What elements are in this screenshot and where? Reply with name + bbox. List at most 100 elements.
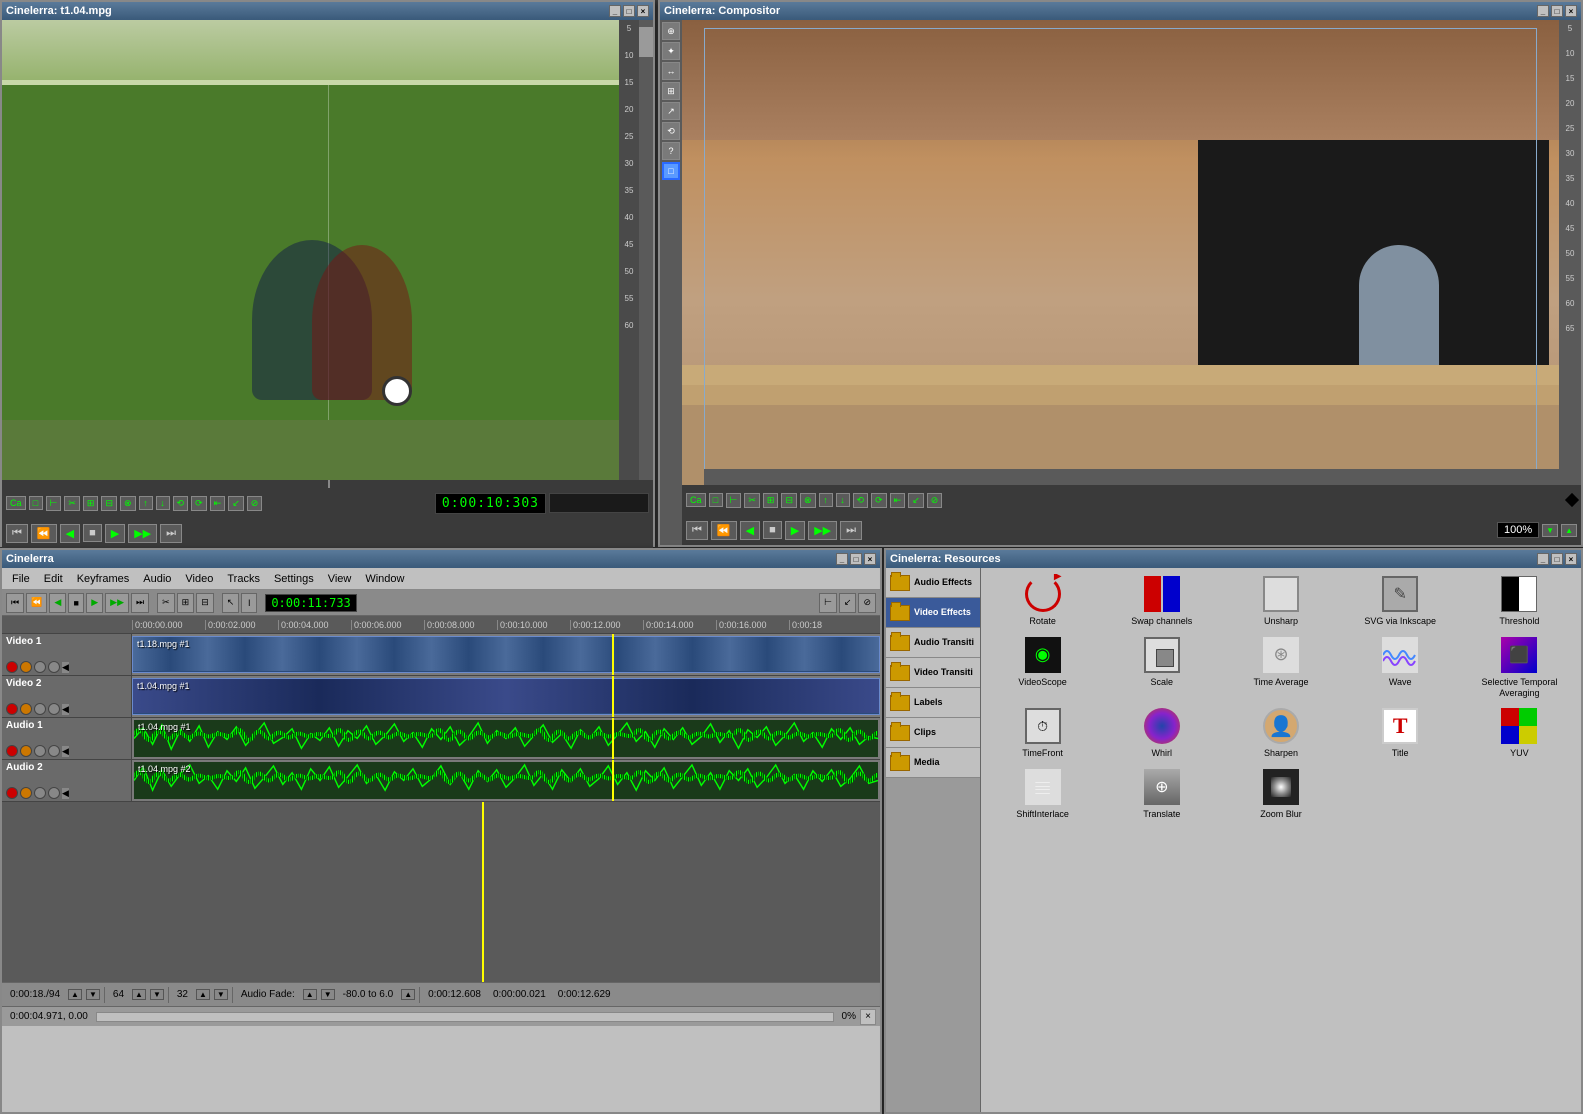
tl-btn-rev[interactable]: ⏪ — [26, 593, 47, 613]
comp-ctrl-s2[interactable]: ↙ — [908, 493, 924, 508]
timeline-empty-area[interactable] — [2, 802, 880, 982]
effect-select-temp[interactable]: ⬛ Selective Temporal Averaging — [1462, 633, 1577, 701]
status-z2-down[interactable]: ▼ — [214, 989, 228, 1000]
effect-swap-channels[interactable]: Swap channels — [1104, 572, 1219, 629]
viewer-btn-rewind[interactable]: ⏪ — [31, 524, 57, 543]
effect-yuv[interactable]: YUV — [1462, 704, 1577, 761]
comp-btn-ff[interactable]: ▶▶ — [808, 521, 837, 540]
scrubber-handle[interactable] — [328, 480, 330, 488]
compositor-selection-box[interactable] — [704, 28, 1537, 477]
comp-tool-help[interactable]: ? — [662, 142, 680, 160]
track-v2-lock[interactable] — [34, 703, 46, 715]
resources-minimize[interactable]: _ — [1537, 553, 1549, 565]
viewer-btn-end[interactable]: ⏭ — [160, 524, 182, 543]
tl-btn-arrow[interactable]: ↖ — [222, 593, 240, 613]
track-v1-rec[interactable] — [6, 661, 18, 673]
category-audio-transitions[interactable]: Audio Transiti — [886, 628, 980, 658]
track-a1-rec[interactable] — [6, 745, 18, 757]
menu-settings[interactable]: Settings — [268, 571, 320, 587]
tl-btn-misc3[interactable]: ⊘ — [858, 593, 876, 613]
comp-btn-stop[interactable]: ■ — [763, 521, 782, 539]
category-video-effects[interactable]: Video Effects — [886, 598, 980, 628]
comp-tool-select[interactable]: □ — [662, 162, 680, 180]
status-dur-up[interactable]: ▲ — [68, 989, 82, 1000]
comp-ctrl-paste[interactable]: ⊟ — [781, 493, 797, 508]
status-z1-down[interactable]: ▼ — [150, 989, 164, 1000]
menu-tracks[interactable]: Tracks — [221, 571, 266, 587]
effect-translate[interactable]: ⊕ Translate — [1104, 765, 1219, 822]
comp-tool-arrow[interactable]: ↗ — [662, 102, 680, 120]
tl-btn-ff[interactable]: ▶▶ — [105, 593, 129, 613]
comp-ctrl-arr2[interactable]: ↓ — [836, 493, 850, 507]
track-audio2-waveform[interactable]: t1.04.mpg #2 — [134, 762, 878, 799]
effect-scale[interactable]: Scale — [1104, 633, 1219, 701]
track-v2-rec[interactable] — [6, 703, 18, 715]
track-video2-clip[interactable]: t1.04.mpg #1 — [132, 678, 880, 715]
compositor-close[interactable]: × — [1565, 5, 1577, 17]
viewer-ctrl-redo[interactable]: ⟳ — [191, 496, 207, 511]
viewer-scrollbar[interactable] — [639, 20, 653, 480]
status-af-down[interactable]: ▼ — [321, 989, 335, 1000]
timeline-maximize[interactable]: □ — [850, 553, 862, 565]
viewer-ctrl-up[interactable]: ↑ — [139, 496, 153, 510]
effect-title[interactable]: T Title — [1343, 704, 1458, 761]
viewer-ctrl-sw[interactable]: ↙ — [228, 496, 244, 511]
comp-tool-star[interactable]: ✦ — [662, 42, 680, 60]
comp-ctrl-bracket[interactable]: ⊢ — [726, 493, 742, 508]
comp-ctrl-arr1[interactable]: ↑ — [819, 493, 833, 507]
viewer-ctrl-start[interactable]: ⇤ — [210, 496, 226, 511]
tl-btn-misc2[interactable]: ↙ — [839, 593, 857, 613]
track-video1-clip[interactable]: t1.18.mpg #1 — [132, 636, 880, 673]
track-v1-eye[interactable] — [48, 661, 60, 673]
effect-shiftint[interactable]: 𝄙 ShiftInterlace — [985, 765, 1100, 822]
track-v1-mute[interactable] — [20, 661, 32, 673]
comp-btn-rewind[interactable]: ⏪ — [711, 521, 737, 540]
comp-ctrl-sq[interactable]: □ — [709, 493, 723, 507]
comp-ctrl-s1[interactable]: ⇤ — [890, 493, 906, 508]
menu-audio[interactable]: Audio — [137, 571, 177, 587]
comp-ctrl-redo[interactable]: ⟳ — [871, 493, 887, 508]
category-video-transitions[interactable]: Video Transiti — [886, 658, 980, 688]
tl-btn-paste[interactable]: ⊟ — [196, 593, 214, 613]
resources-maximize[interactable]: □ — [1551, 553, 1563, 565]
viewer-btn-back[interactable]: ◀ — [60, 524, 80, 543]
comp-btn-back[interactable]: ◀ — [740, 521, 760, 540]
track-a1-spk[interactable] — [48, 745, 60, 757]
comp-btn-rewind-start[interactable]: ⏮ — [686, 521, 708, 540]
status-z2-up[interactable]: ▲ — [196, 989, 210, 1000]
viewer-ctrl-copy[interactable]: ⊞ — [83, 496, 99, 511]
comp-ctrl-cut[interactable]: ✂ — [744, 493, 760, 508]
viewer-ctrl-paste[interactable]: ⊟ — [101, 496, 117, 511]
menu-view[interactable]: View — [322, 571, 358, 587]
menu-keyframes[interactable]: Keyframes — [71, 571, 136, 587]
viewer-scrollbar-thumb[interactable] — [639, 27, 653, 57]
resources-close[interactable]: × — [1565, 553, 1577, 565]
effect-timefront[interactable]: ⏱ TimeFront — [985, 704, 1100, 761]
tl-btn-stop[interactable]: ■ — [68, 593, 84, 613]
track-video1-clips[interactable]: t1.18.mpg #1 — [132, 634, 880, 675]
tl-btn-home[interactable]: ⏮ — [6, 593, 24, 613]
viewer-ctrl-ca[interactable]: Ca — [6, 496, 26, 510]
track-a2-spk[interactable] — [48, 787, 60, 799]
comp-zoom-down[interactable]: ▼ — [1542, 524, 1558, 537]
track-video2-clips[interactable]: t1.04.mpg #1 — [132, 676, 880, 717]
track-audio1-clips[interactable]: t1.04.mpg #1 — [132, 718, 880, 759]
effect-zoom-blur[interactable]: Zoom Blur — [1223, 765, 1338, 822]
tl-btn-copy[interactable]: ⊞ — [177, 593, 195, 613]
viewer-maximize[interactable]: □ — [623, 5, 635, 17]
track-a1-mute[interactable] — [20, 745, 32, 757]
comp-zoom-up[interactable]: ▲ — [1561, 524, 1577, 537]
timeline-close[interactable]: × — [864, 553, 876, 565]
status-fv-up[interactable]: ▲ — [401, 989, 415, 1000]
status-z1-up[interactable]: ▲ — [132, 989, 146, 1000]
tl-btn-ibeam[interactable]: I — [241, 593, 257, 613]
track-v2-eye[interactable] — [48, 703, 60, 715]
timeline-bottom-close[interactable]: × — [860, 1009, 876, 1025]
viewer-btn-ff[interactable]: ▶▶ — [128, 524, 157, 543]
viewer-ctrl-cut[interactable]: ✂ — [64, 496, 80, 511]
effect-whirl[interactable]: Whirl — [1104, 704, 1219, 761]
comp-tool-crop[interactable]: ⊞ — [662, 82, 680, 100]
effect-rotate[interactable]: Rotate — [985, 572, 1100, 629]
effect-time-average[interactable]: ⊛ Time Average — [1223, 633, 1338, 701]
effect-threshold[interactable]: Threshold — [1462, 572, 1577, 629]
